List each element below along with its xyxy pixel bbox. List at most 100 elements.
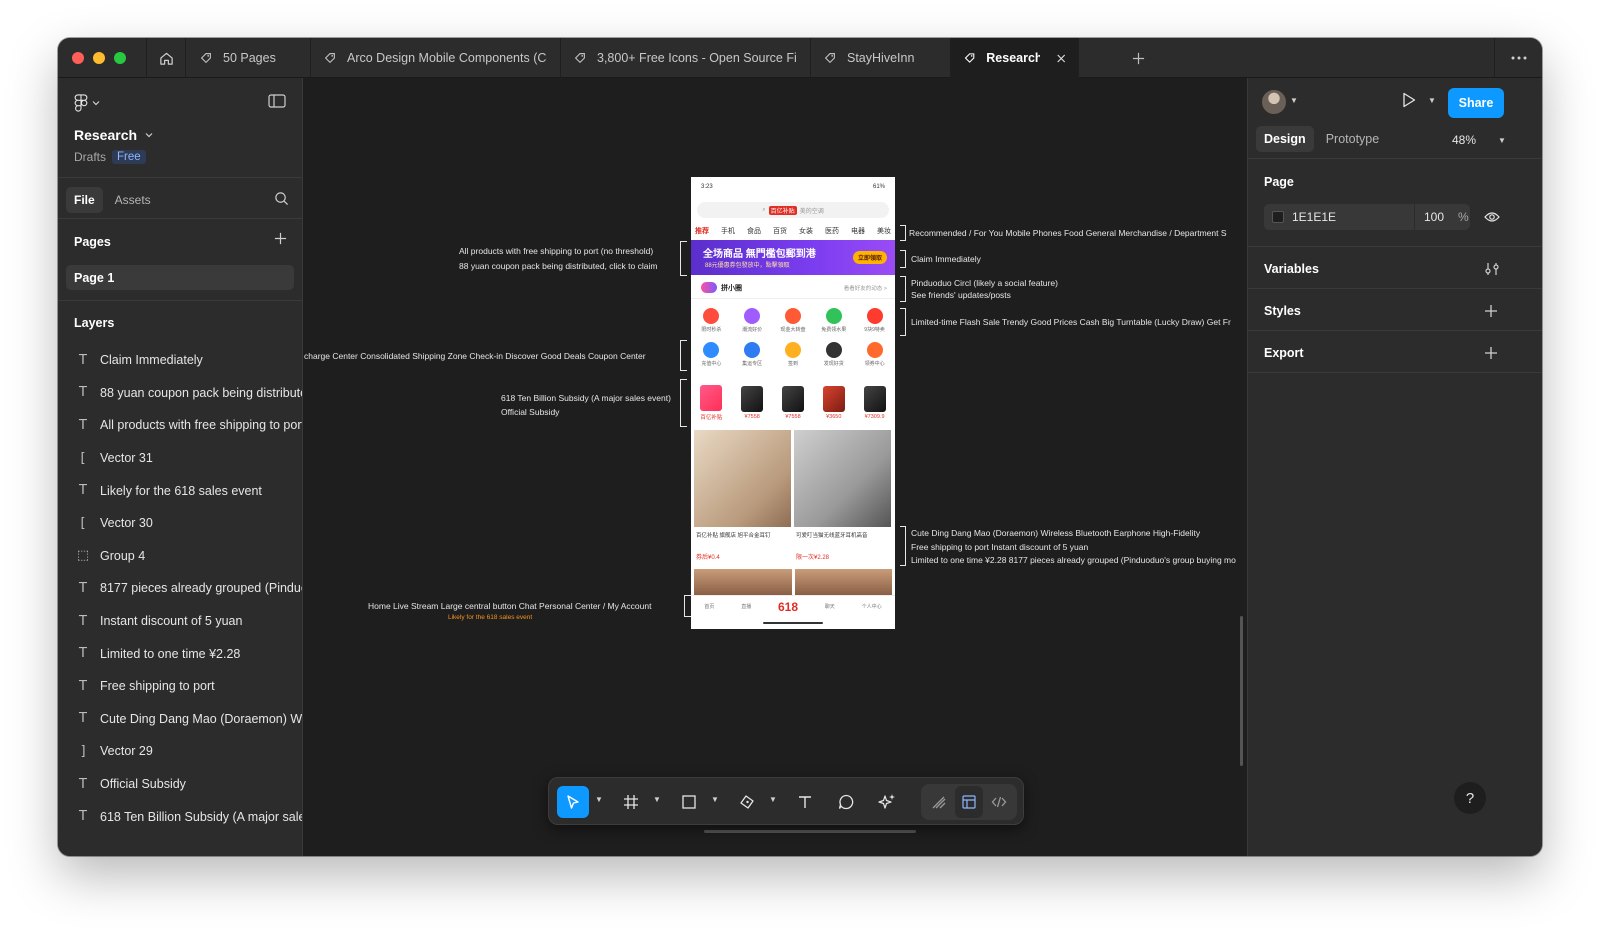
add-style-button[interactable] [1484, 304, 1498, 323]
layer-item[interactable]: T 88 yuan coupon pack being distributed [58, 377, 302, 410]
chevron-down-icon[interactable]: ▼ [711, 795, 719, 804]
annotation-bottom-nav[interactable]: Home Live Stream Large central button Ch… [368, 600, 651, 612]
add-export-button[interactable] [1484, 346, 1498, 365]
fill-hex-value[interactable]: 1E1E1E [1292, 210, 1336, 224]
layer-label: Cute Ding Dang Mao (Doraemon) Wire [100, 711, 303, 726]
chevron-down-icon[interactable]: ▼ [595, 795, 603, 804]
layer-item[interactable]: [Vector 30 [58, 507, 302, 540]
search-layers-button[interactable] [274, 191, 289, 211]
tab-prototype[interactable]: Prototype [1318, 126, 1388, 152]
zoom-level[interactable]: 48% [1452, 133, 1476, 147]
frame-tool-button[interactable] [615, 786, 647, 818]
layer-item[interactable]: T 618 Ten Billion Subsidy (A major sales [58, 800, 302, 833]
annotation-free-shipping[interactable]: All products with free shipping to port … [459, 245, 653, 257]
close-tab-icon[interactable] [1056, 53, 1066, 64]
page-item-page-1[interactable]: Page 1 [66, 265, 294, 290]
layer-item[interactable]: T Claim Immediately [58, 344, 302, 377]
main-menu-button[interactable] [74, 94, 100, 112]
chevron-down-icon[interactable]: ▼ [769, 795, 777, 804]
dev-mode-button[interactable] [985, 786, 1013, 818]
toggle-visibility-button[interactable] [1484, 210, 1500, 228]
present-button[interactable] [1402, 92, 1416, 113]
actions-tool-button[interactable] [871, 786, 903, 818]
annotation-official-subsidy[interactable]: Official Subsidy [501, 406, 559, 418]
layer-item[interactable]: T Free shipping to port [58, 670, 302, 703]
toggle-sidebar-button[interactable] [268, 94, 286, 113]
layer-item[interactable]: T Instant discount of 5 yuan [58, 605, 302, 638]
text-tool-button[interactable] [789, 786, 821, 818]
annotation-friends[interactable]: See friends' updates/posts [911, 289, 1011, 301]
horizontal-scrollbar[interactable] [704, 830, 916, 833]
annotation-coupon-pack[interactable]: 88 yuan coupon pack being distributed, c… [459, 260, 657, 272]
fill-opacity-value[interactable]: 100 [1424, 210, 1444, 224]
annotation-limited[interactable]: Limited to one time ¥2.28 8177 pieces al… [911, 554, 1236, 566]
new-tab-button[interactable] [1118, 38, 1158, 78]
close-window-button[interactable] [72, 52, 84, 64]
chevron-down-icon[interactable]: ▼ [1498, 136, 1506, 145]
circle-title: 拼小圈 [721, 285, 742, 292]
annotation-likely-618[interactable]: Likely for the 618 sales event [448, 612, 532, 624]
annotation-subsidy[interactable]: 618 Ten Billion Subsidy (A major sales e… [501, 392, 671, 404]
help-button[interactable]: ? [1454, 782, 1486, 814]
tab-free-icons[interactable]: 3,800+ Free Icons - Open Source Fig [561, 38, 811, 78]
variables-button[interactable] [1484, 261, 1500, 282]
page-fill-field[interactable]: 1E1E1E 100 % [1264, 204, 1470, 230]
pen-tool-button[interactable] [731, 786, 763, 818]
drafts-label[interactable]: Drafts [74, 150, 106, 164]
tab-label: 50 Pages [223, 51, 276, 65]
more-options-button[interactable] [1494, 38, 1542, 78]
tab-stayhiveinn[interactable]: StayHiveInn [811, 38, 951, 78]
app-feature-icon: 集运专区 [734, 342, 770, 367]
app-category-tab: 推荐 [695, 228, 709, 235]
tab-label: Arco Design Mobile Components (Co [347, 51, 547, 65]
tab-arco-design[interactable]: Arco Design Mobile Components (Co [311, 38, 561, 78]
color-swatch[interactable] [1272, 211, 1284, 223]
tab-50-pages[interactable]: 50 Pages [187, 38, 311, 78]
chevron-down-icon[interactable]: ▼ [653, 795, 661, 804]
minimize-window-button[interactable] [93, 52, 105, 64]
chevron-down-icon[interactable]: ▼ [1290, 96, 1298, 105]
layer-item[interactable]: T Likely for the 618 sales event [58, 474, 302, 507]
comment-tool-button[interactable] [830, 786, 862, 818]
text-icon [799, 796, 811, 808]
app-feature-icon: 充值中心 [693, 342, 729, 367]
feature-label: 9块9特卖 [864, 327, 885, 333]
layer-item[interactable]: T Cute Ding Dang Mao (Doraemon) Wire [58, 703, 303, 736]
annotation-recharge-row[interactable]: charge Center Consolidated Shipping Zone… [304, 350, 646, 362]
zoom-window-button[interactable] [114, 52, 126, 64]
annotation-categories[interactable]: Recommended / For You Mobile Phones Food… [909, 227, 1227, 239]
layer-item[interactable]: T All products with free shipping to port [58, 409, 302, 442]
layer-item[interactable]: ⬚ Group 4 [58, 540, 302, 573]
text-icon: T [79, 646, 87, 662]
annotation-shipping-discount[interactable]: Free shipping to port Instant discount o… [911, 541, 1088, 553]
design-mode-button[interactable] [955, 786, 983, 818]
layer-item[interactable]: [Vector 31 [58, 442, 302, 475]
vertical-scrollbar[interactable] [1240, 616, 1243, 766]
layer-item[interactable]: T 8177 pieces already grouped (Pinduod [58, 572, 302, 605]
annotation-circle[interactable]: Pinduoduo Circl (likely a social feature… [911, 277, 1058, 289]
tab-research[interactable]: Research [951, 38, 1079, 78]
tab-assets[interactable]: Assets [107, 187, 159, 213]
share-button[interactable]: Share [1448, 88, 1504, 118]
draw-mode-button[interactable] [925, 786, 953, 818]
annotation-doraemon[interactable]: Cute Ding Dang Mao (Doraemon) Wireless B… [911, 527, 1200, 539]
tab-file[interactable]: File [66, 187, 103, 213]
app-feature-icons-row-1: 限时秒杀 潮流好价 现金大转盘 免费领水果 9块9特卖 [691, 308, 895, 333]
tab-design[interactable]: Design [1256, 126, 1314, 152]
divider [58, 300, 302, 301]
phone-screenshot-frame[interactable]: 3:23 61% ⌕ 百亿补贴 美的空调 推荐 手机 食品 百货 女装 医药 电器 美妆 全场… [691, 177, 895, 629]
layer-item[interactable]: ] Vector 29 [58, 735, 302, 768]
move-tool-button[interactable] [557, 786, 589, 818]
chevron-down-icon[interactable]: ▼ [1428, 96, 1436, 105]
home-button[interactable] [146, 38, 186, 78]
file-name[interactable]: Research [74, 127, 153, 143]
annotation-claim[interactable]: Claim Immediately [911, 253, 981, 265]
avatar[interactable] [1262, 90, 1286, 114]
layer-item[interactable]: T Official Subsidy [58, 768, 302, 801]
shape-tool-button[interactable] [673, 786, 705, 818]
add-page-button[interactable] [274, 232, 287, 250]
layer-item[interactable]: T Limited to one time ¥2.28 [58, 637, 302, 670]
annotation-flash-row[interactable]: Limited-time Flash Sale Trendy Good Pric… [911, 316, 1231, 328]
design-canvas[interactable]: All products with free shipping to port … [304, 78, 1246, 856]
home-indicator [763, 622, 823, 624]
